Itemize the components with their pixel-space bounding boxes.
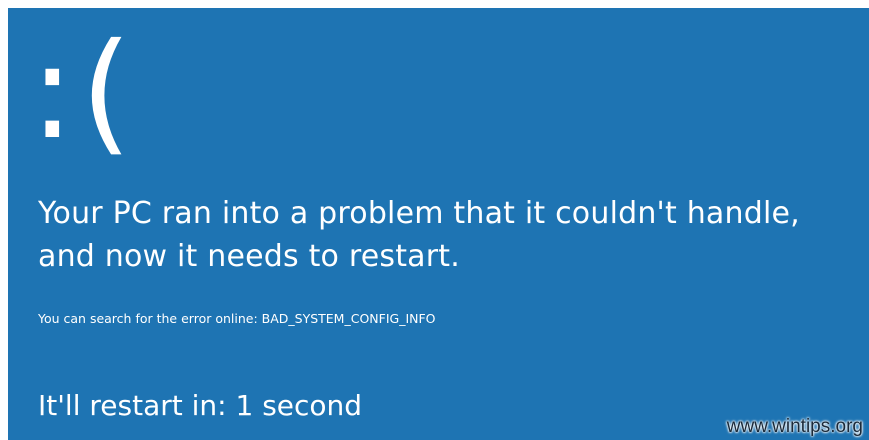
restart-countdown: It'll restart in: 1 second xyxy=(38,389,363,422)
blue-screen: :( Your PC ran into a problem that it co… xyxy=(8,8,869,440)
site-watermark: www.wintips.org xyxy=(726,416,863,437)
sad-face-emoticon: :( xyxy=(30,15,138,169)
error-headline: Your PC ran into a problem that it could… xyxy=(38,196,800,274)
error-search-text: You can search for the error online: BAD… xyxy=(38,311,436,326)
